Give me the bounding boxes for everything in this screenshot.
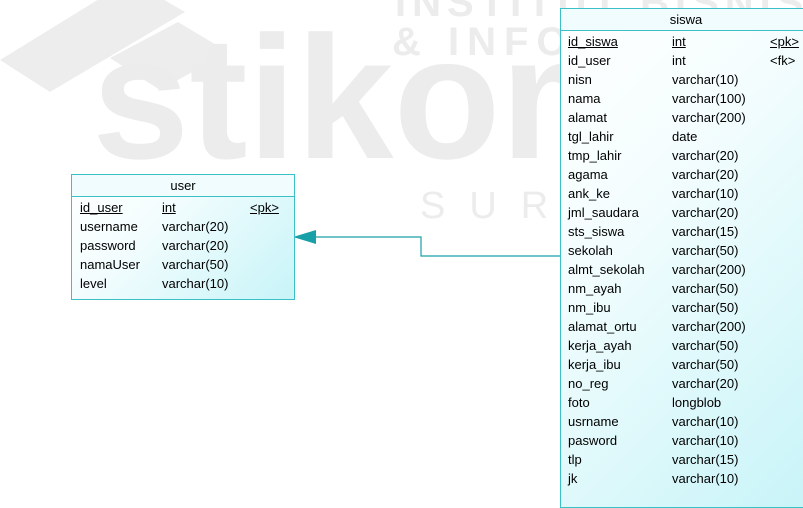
column-name: foto (568, 395, 590, 410)
column-name: no_reg (568, 376, 609, 391)
entity-columns: id_siswa int <pk> id_user int <fk> nisn varchar… (561, 31, 803, 488)
column-type: varchar(50) (672, 243, 739, 258)
column-row: tgl_lahir date (561, 127, 803, 146)
column-row: id_siswa int <pk> (561, 32, 803, 51)
column-type: varchar(20) (162, 219, 229, 234)
column-name: tlp (568, 452, 582, 467)
column-name: namaUser (80, 257, 140, 272)
column-row: foto longblob (561, 393, 803, 412)
column-name: kerja_ayah (568, 338, 632, 353)
connector-line (315, 236, 560, 257)
column-type: varchar(200) (672, 262, 746, 277)
column-type: int (672, 34, 686, 49)
column-type: varchar(15) (672, 452, 739, 467)
column-row: kerja_ibu varchar(50) (561, 355, 803, 374)
column-type: longblob (672, 395, 722, 410)
column-name: sekolah (568, 243, 613, 258)
column-row: sekolah varchar(50) (561, 241, 803, 260)
column-type: varchar(20) (672, 376, 739, 391)
column-name: level (80, 276, 107, 291)
column-type: varchar(20) (672, 205, 739, 220)
column-type: varchar(10) (672, 433, 739, 448)
column-name: sts_siswa (568, 224, 625, 239)
column-type: varchar(20) (672, 167, 739, 182)
column-name: username (80, 219, 138, 234)
column-row: tlp varchar(15) (561, 450, 803, 469)
column-name: agama (568, 167, 608, 182)
column-type: varchar(20) (162, 238, 229, 253)
column-row: jml_saudara varchar(20) (561, 203, 803, 222)
entity-user[interactable]: user id_user int <pk> username varchar(20) pa… (71, 174, 295, 300)
column-type: varchar(50) (672, 338, 739, 353)
arrow-left-icon (293, 230, 316, 244)
column-row: kerja_ayah varchar(50) (561, 336, 803, 355)
column-row: alamat varchar(200) (561, 108, 803, 127)
entity-title: user (72, 175, 294, 197)
column-type: varchar(10) (162, 276, 229, 291)
column-name: nama (568, 91, 601, 106)
column-row: sts_siswa varchar(15) (561, 222, 803, 241)
entity-siswa[interactable]: siswa id_siswa int <pk> id_user int <fk> nisn v… (560, 8, 803, 508)
column-name: pasword (568, 433, 618, 448)
column-row: password varchar(20) (72, 236, 294, 255)
column-row: id_user int <pk> (72, 198, 294, 217)
column-type: varchar(50) (672, 357, 739, 372)
column-name: id_user (568, 53, 611, 68)
column-type: varchar(100) (672, 91, 746, 106)
column-name: alamat (568, 110, 608, 125)
column-row: almt_sekolah varchar(200) (561, 260, 803, 279)
column-type: int (672, 53, 686, 68)
column-key: <pk> (250, 200, 279, 215)
column-row: nisn varchar(10) (561, 70, 803, 89)
column-name: password (80, 238, 136, 253)
column-row: no_reg varchar(20) (561, 374, 803, 393)
column-type: varchar(20) (672, 148, 739, 163)
column-type: varchar(200) (672, 110, 746, 125)
column-row: tmp_lahir varchar(20) (561, 146, 803, 165)
entity-title: siswa (561, 9, 803, 31)
column-type: varchar(10) (672, 72, 739, 87)
column-type: varchar(10) (672, 471, 739, 486)
column-type: varchar(10) (672, 414, 739, 429)
column-row: namaUser varchar(50) (72, 255, 294, 274)
column-type: varchar(50) (672, 281, 739, 296)
column-key: <fk> (770, 53, 796, 68)
column-row: alamat_ortu varchar(200) (561, 317, 803, 336)
column-type: varchar(15) (672, 224, 739, 239)
column-name: alamat_ortu (568, 319, 637, 334)
column-type: varchar(50) (162, 257, 229, 272)
column-row: agama varchar(20) (561, 165, 803, 184)
column-name: id_user (80, 200, 123, 215)
column-name: id_siswa (568, 34, 618, 49)
entity-columns: id_user int <pk> username varchar(20) passwor… (72, 197, 294, 293)
column-type: date (672, 129, 698, 144)
column-name: almt_sekolah (568, 262, 645, 277)
column-type: varchar(10) (672, 186, 739, 201)
column-row: ank_ke varchar(10) (561, 184, 803, 203)
column-row: usrname varchar(10) (561, 412, 803, 431)
column-name: jml_saudara (568, 205, 639, 220)
column-name: usrname (568, 414, 619, 429)
column-name: tmp_lahir (568, 148, 622, 163)
column-name: nisn (568, 72, 592, 87)
column-name: ank_ke (568, 186, 610, 201)
column-row: id_user int <fk> (561, 51, 803, 70)
column-name: kerja_ibu (568, 357, 621, 372)
column-row: nama varchar(100) (561, 89, 803, 108)
column-key: <pk> (770, 34, 799, 49)
column-row: level varchar(10) (72, 274, 294, 293)
column-row: nm_ibu varchar(50) (561, 298, 803, 317)
column-type: varchar(200) (672, 319, 746, 334)
column-name: nm_ibu (568, 300, 611, 315)
column-name: jk (568, 471, 578, 486)
column-type: varchar(50) (672, 300, 739, 315)
column-name: nm_ayah (568, 281, 622, 296)
column-name: tgl_lahir (568, 129, 614, 144)
column-row: jk varchar(10) (561, 469, 803, 488)
column-row: username varchar(20) (72, 217, 294, 236)
column-row: pasword varchar(10) (561, 431, 803, 450)
column-type: int (162, 200, 176, 215)
column-row: nm_ayah varchar(50) (561, 279, 803, 298)
